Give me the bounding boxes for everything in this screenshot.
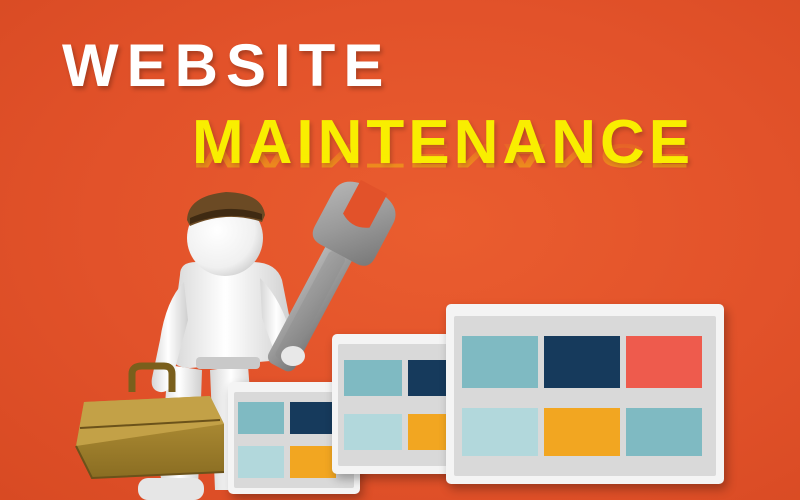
layout-block: [544, 408, 620, 456]
banner-scene: WEBSITE MAINTENANCE MAINTENANCE: [0, 0, 800, 500]
website-layout-panel-large: [446, 304, 724, 484]
layout-block: [290, 402, 336, 434]
layout-block: [626, 336, 702, 388]
layout-block: [344, 414, 402, 450]
layout-block: [238, 446, 284, 478]
layout-block: [408, 360, 448, 396]
layout-block: [462, 408, 538, 456]
figure-right-hand: [281, 346, 305, 366]
layout-block: [290, 446, 336, 478]
layout-block: [462, 336, 538, 388]
toolbox-icon: [75, 362, 225, 480]
layout-block: [238, 402, 284, 434]
layout-block: [626, 408, 702, 456]
layout-block: [344, 360, 402, 396]
layout-block: [408, 414, 448, 450]
website-layout-panel-medium: [332, 334, 456, 474]
layout-block: [544, 336, 620, 388]
